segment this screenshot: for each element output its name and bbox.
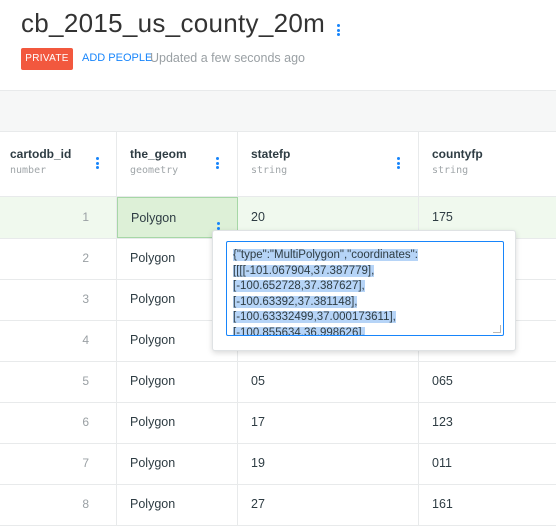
table-header: cb_2015_us_county_20m PRIVATE ADD PEOPLE… [0,0,556,90]
editor-line: [-100.63392,37.381148], [233,295,358,308]
editor-line: {"type":"MultiPolygon","coordinates": [233,249,418,261]
cell-cartodb-id[interactable]: 8 [0,484,117,525]
column-header-the-geom[interactable]: the_geom geometry [117,131,238,196]
cell-value: 3 [82,292,89,306]
cell-value: 065 [432,374,453,388]
cell-cartodb-id[interactable]: 4 [0,320,117,361]
resize-handle-icon[interactable] [493,325,501,333]
cell-countyfp[interactable]: 161 [419,484,556,525]
cell-value: 5 [82,374,89,388]
cell-value: Polygon [130,497,176,511]
add-people-link[interactable]: ADD PEOPLE [82,52,152,64]
cell-value: 2 [82,251,89,265]
cell-value: 7 [82,456,89,470]
cell-cartodb-id[interactable]: 2 [0,238,117,279]
more-vertical-icon [96,157,99,169]
cell-the-geom[interactable]: Polygon [117,361,238,402]
updated-status: Updated a few seconds ago [150,51,305,65]
more-vertical-icon [397,157,400,169]
cell-value: Polygon [130,292,176,306]
editor-line: [-100.855634,36.998626], [233,326,365,335]
table-options-button[interactable] [337,14,340,36]
editor-line: [-100.652728,37.387627], [233,280,365,293]
cell-countyfp[interactable]: 065 [419,361,556,402]
column-menu-button[interactable] [96,147,99,169]
privacy-badge[interactable]: PRIVATE [21,48,73,70]
cell-value: 19 [251,456,265,470]
column-name: cartodb_id [10,147,72,161]
geometry-textarea[interactable]: {"type":"MultiPolygon","coordinates": [[… [226,241,504,336]
column-header-row: cartodb_id number the_geom geometry stat… [0,131,556,197]
cell-value: 1 [82,210,89,224]
column-type: geometry [130,165,179,176]
cell-value: 175 [432,210,453,224]
editor-line: [-100.63332499,37.000173611], [233,311,396,324]
cell-value: 27 [251,497,265,511]
cell-statefp[interactable]: 17 [238,402,419,443]
geometry-edit-popover: {"type":"MultiPolygon","coordinates": [[… [212,230,516,351]
cell-value: 123 [432,415,453,429]
cell-cartodb-id[interactable]: 5 [0,361,117,402]
table-row[interactable]: 7 Polygon 19 011 [0,443,556,485]
cell-the-geom[interactable]: Polygon [117,484,238,525]
column-header-cartodb-id[interactable]: cartodb_id number [0,131,117,196]
more-vertical-icon [216,157,219,169]
cell-value: Polygon [130,456,176,470]
toolbar-strip [0,90,556,132]
cell-statefp[interactable]: 27 [238,484,419,525]
column-name: countyfp [432,147,483,161]
cell-value: 4 [82,333,89,347]
cell-value: Polygon [131,211,177,225]
cell-cartodb-id[interactable]: 7 [0,443,117,484]
more-vertical-icon [337,24,340,36]
column-name: statefp [251,147,291,161]
column-type: string [432,165,469,176]
cell-value: 6 [82,415,89,429]
column-menu-button[interactable] [397,147,400,169]
cell-cartodb-id[interactable]: 3 [0,279,117,320]
cell-value: Polygon [130,374,176,388]
cell-the-geom[interactable]: Polygon [117,443,238,484]
table-row[interactable]: 5 Polygon 05 065 [0,361,556,403]
column-header-statefp[interactable]: statefp string [238,131,419,196]
cell-countyfp[interactable]: 123 [419,402,556,443]
cell-cartodb-id[interactable]: 1 [0,197,117,238]
cell-cartodb-id[interactable]: 6 [0,402,117,443]
table-row[interactable]: 6 Polygon 17 123 [0,402,556,444]
cell-value: Polygon [130,333,176,347]
cell-value: 161 [432,497,453,511]
column-header-countyfp[interactable]: countyfp string [419,131,556,196]
editor-line: [[[[-101.067904,37.387779], [233,264,375,277]
cell-value: Polygon [130,251,176,265]
cell-value: 20 [251,210,265,224]
cell-value: 17 [251,415,265,429]
cell-the-geom[interactable]: Polygon [117,402,238,443]
cell-statefp[interactable]: 05 [238,361,419,402]
cell-value: 8 [82,497,89,511]
column-menu-button[interactable] [216,147,219,169]
cell-countyfp[interactable]: 011 [419,443,556,484]
cell-statefp[interactable]: 19 [238,443,419,484]
column-type: number [10,165,47,176]
cell-value: Polygon [130,415,176,429]
page-title: cb_2015_us_county_20m [21,8,326,38]
column-type: string [251,165,288,176]
column-name: the_geom [130,147,187,161]
cell-value: 011 [432,456,452,470]
table-row[interactable]: 8 Polygon 27 161 [0,484,556,526]
cell-value: 05 [251,374,265,388]
